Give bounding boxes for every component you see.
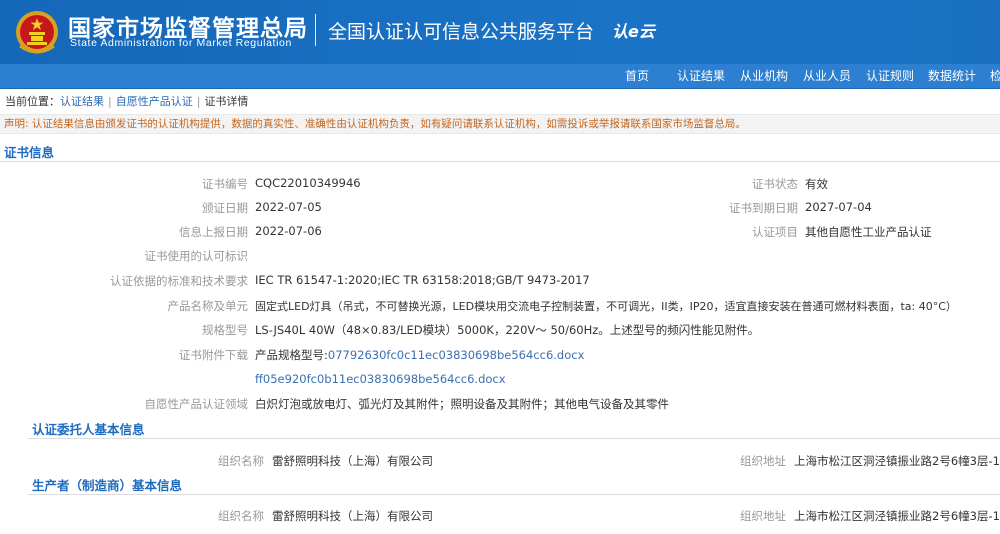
- label-client-org-name: 组织名称: [218, 454, 264, 468]
- breadcrumb-cert-detail: 证书详情: [204, 95, 249, 108]
- value-issue-date: 2022-07-05: [255, 200, 322, 214]
- breadcrumb-voluntary-cert[interactable]: 自愿性产品认证: [116, 95, 193, 108]
- site-header: 国家市场监督管理总局 State Administration for Mark…: [0, 0, 1000, 64]
- breadcrumb-separator: |: [196, 95, 201, 108]
- breadcrumb-prefix: 当前位置：: [5, 95, 60, 108]
- value-report-date: 2022-07-06: [255, 224, 322, 238]
- section-divider: [28, 438, 1000, 439]
- cert-cloud-logo: 认e云: [612, 22, 655, 41]
- nav-item-statistics[interactable]: 数据统计: [928, 64, 976, 88]
- nav-item-cert-results[interactable]: 认证结果: [677, 64, 725, 88]
- label-producer-org-address: 组织地址: [740, 509, 786, 523]
- value-cert-project: 其他自愿性工业产品认证: [805, 225, 932, 239]
- label-accreditation-mark: 证书使用的认可标识: [144, 249, 249, 263]
- section-divider: [0, 161, 1000, 162]
- nav-item-inspection[interactable]: 检: [990, 64, 1000, 88]
- section-title-client-info: 认证委托人基本信息: [32, 422, 145, 437]
- label-status: 证书状态: [752, 177, 798, 191]
- nav-item-personnel[interactable]: 从业人员: [803, 64, 851, 88]
- section-title-producer-info: 生产者（制造商）基本信息: [32, 478, 183, 493]
- value-standards: IEC TR 61547-1:2020;IEC TR 63158:2018;GB…: [255, 273, 590, 287]
- value-cert-field: 白炽灯泡或放电灯、弧光灯及其附件；照明设备及其附件；其他电气设备及其零件: [255, 397, 669, 411]
- main-nav: 首页 认证结果 从业机构 从业人员 认证规则 数据统计 检: [0, 64, 1000, 89]
- label-cert-project: 认证项目: [752, 225, 798, 239]
- value-client-org-address: 上海市松江区洞泾镇振业路2号6幢3层-1: [794, 454, 1000, 468]
- label-issue-date: 颁证日期: [202, 201, 248, 215]
- label-report-date: 信息上报日期: [179, 225, 248, 239]
- label-product-name: 产品名称及单元: [167, 299, 249, 313]
- breadcrumb-separator: |: [108, 95, 112, 108]
- nav-item-home[interactable]: 首页: [625, 64, 649, 88]
- value-producer-org-address: 上海市松江区洞泾镇振业路2号6幢3层-1: [794, 509, 1000, 523]
- value-cert-no: CQC22010349946: [255, 176, 361, 190]
- value-product-name: 固定式LED灯具（吊式，不可替换光源，LED模块用交流电子控制装置，不可调光，I…: [255, 300, 957, 313]
- platform-title: 全国认证认可信息公共服务平台: [328, 21, 595, 43]
- label-producer-org-name: 组织名称: [218, 509, 264, 523]
- attachment-link-1[interactable]: 07792630fc0c11ec03830698be564cc6.docx: [328, 348, 585, 362]
- value-model: LS-JS40L 40W（48×0.83/LED模块）5000K，220V～ 5…: [255, 323, 760, 337]
- label-cert-no: 证书编号: [202, 177, 248, 191]
- value-attachment: 产品规格型号:07792630fc0c11ec03830698be564cc6.…: [255, 347, 584, 363]
- nav-item-rules[interactable]: 认证规则: [866, 64, 914, 88]
- breadcrumb: 当前位置：认证结果 | 自愿性产品认证 | 证书详情: [5, 93, 248, 109]
- disclaimer-notice: 声明: 认证结果信息由颁发证书的认证机构提供，数据的真实性、准确性由认证机构负责…: [0, 114, 1000, 134]
- breadcrumb-cert-results[interactable]: 认证结果: [60, 95, 104, 108]
- label-model: 规格型号: [202, 323, 248, 337]
- label-expiry-date: 证书到期日期: [729, 201, 798, 215]
- attachment-link-2[interactable]: ff05e920fc0b11ec03830698be564cc6.docx: [255, 372, 506, 386]
- value-status: 有效: [805, 177, 828, 191]
- label-cert-field: 自愿性产品认证领域: [144, 397, 249, 411]
- label-standards: 认证依据的标准和技术要求: [110, 274, 248, 288]
- value-client-org-name: 雷舒照明科技（上海）有限公司: [272, 454, 433, 468]
- section-divider: [28, 494, 1000, 495]
- nav-item-institutions[interactable]: 从业机构: [740, 64, 788, 88]
- national-emblem-icon: [16, 11, 58, 54]
- attachment-prefix: 产品规格型号:: [255, 348, 328, 362]
- section-title-cert-info: 证书信息: [4, 145, 55, 160]
- value-producer-org-name: 雷舒照明科技（上海）有限公司: [272, 509, 433, 523]
- label-client-org-address: 组织地址: [740, 454, 786, 468]
- value-expiry-date: 2027-07-04: [805, 200, 872, 214]
- header-divider: [315, 14, 316, 46]
- label-attachment: 证书附件下载: [179, 348, 248, 362]
- agency-name-en: State Administration for Market Regulati…: [70, 37, 292, 49]
